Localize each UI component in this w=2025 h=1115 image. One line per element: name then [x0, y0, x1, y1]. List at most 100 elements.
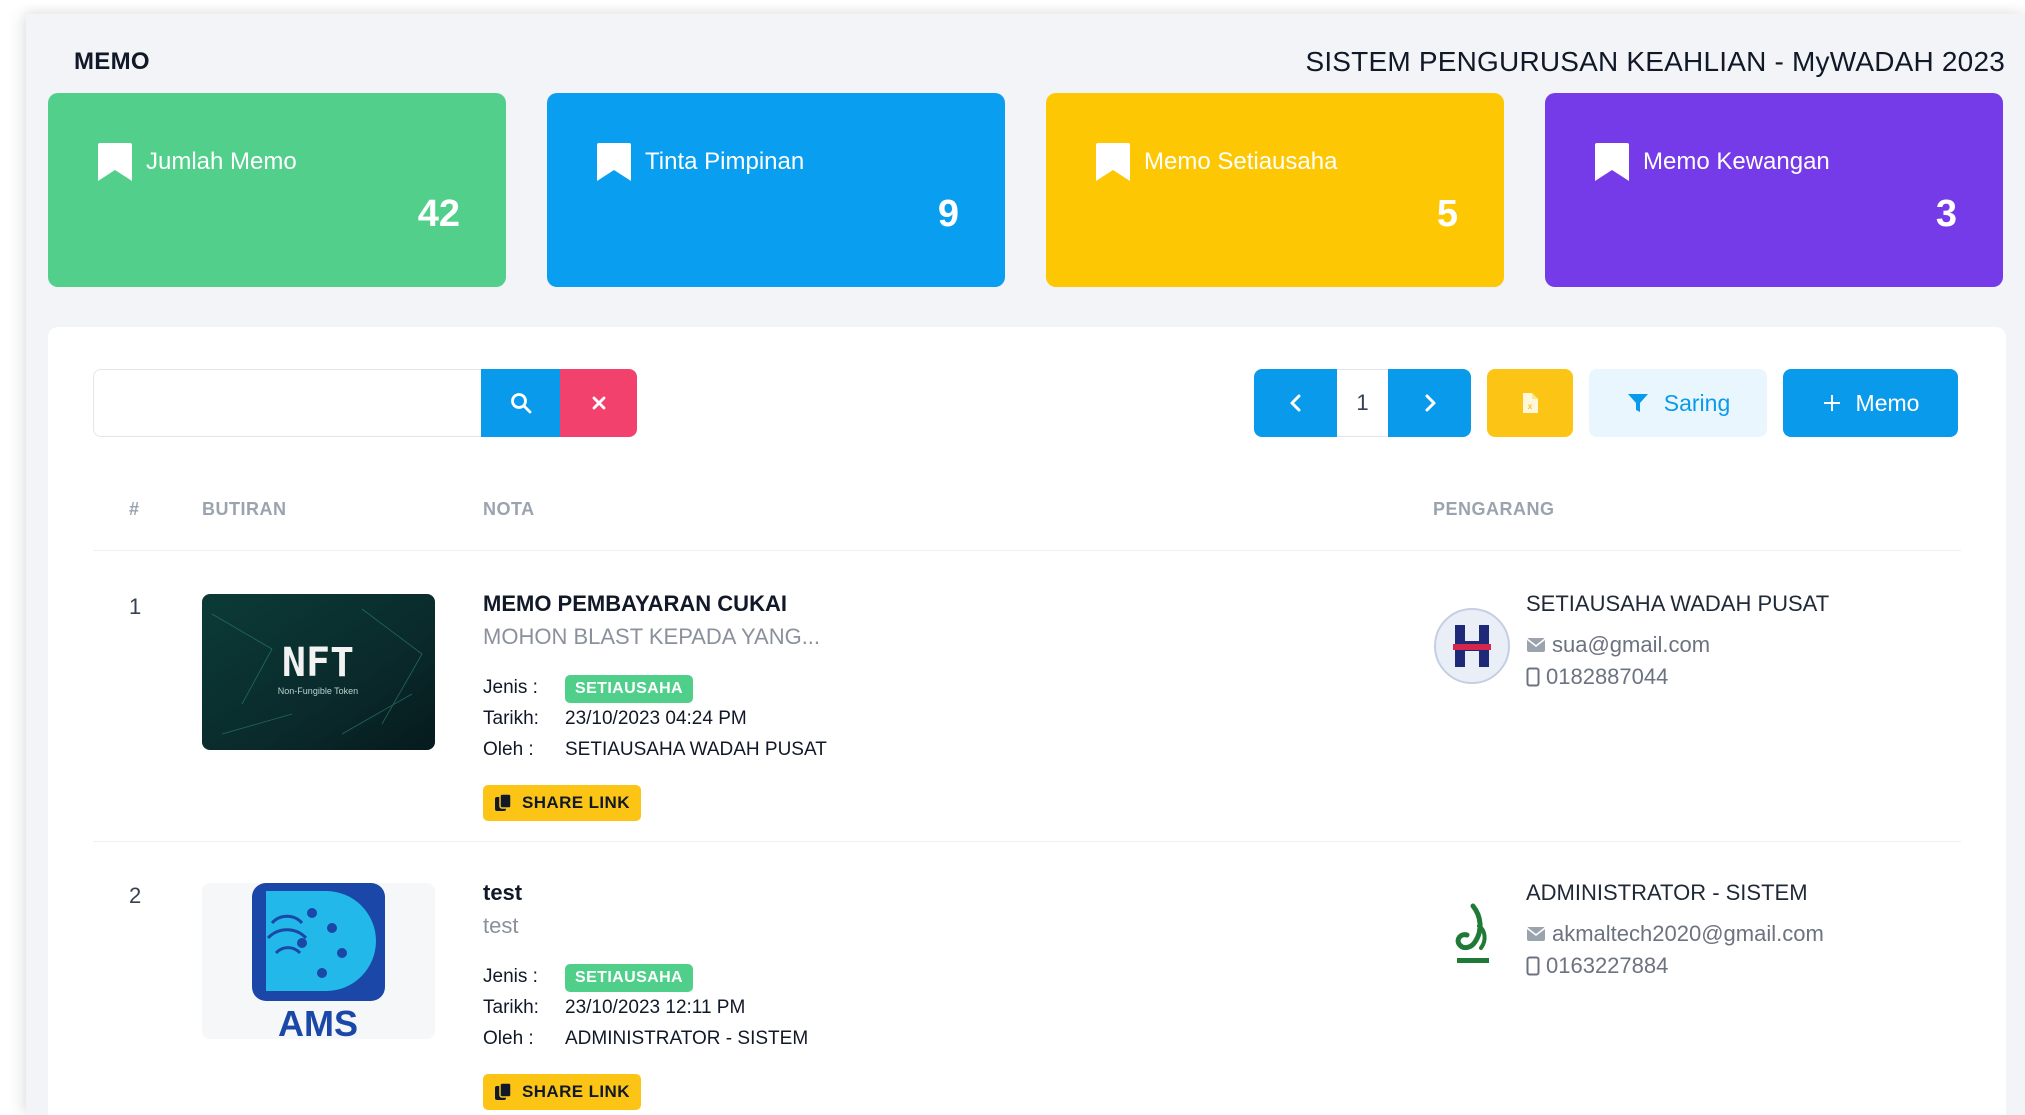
share-link-button[interactable]: SHARE LINK	[483, 1074, 641, 1110]
author-email-line: sua@gmail.com	[1526, 629, 1829, 661]
col-index: #	[129, 499, 140, 519]
share-link-label: SHARE LINK	[522, 1082, 630, 1101]
thumbnail-text: AMS	[278, 1003, 358, 1039]
avatar	[1433, 607, 1511, 685]
stat-title: Jumlah Memo	[146, 148, 297, 175]
author-info: ADMINISTRATOR - SISTEM akmaltech2020@gma…	[1526, 880, 1824, 982]
col-butiran: BUTIRAN	[202, 499, 287, 519]
col-nota: NOTA	[483, 499, 535, 519]
author-phone: 0182887044	[1546, 664, 1669, 689]
memo-note: test test Jenis : SETIAUSAHA Tarikh: 23/10…	[483, 880, 1383, 1110]
author-email-line: akmaltech2020@gmail.com	[1526, 918, 1824, 950]
ams-image: AMS	[252, 883, 385, 1039]
prev-page-button[interactable]	[1254, 369, 1337, 437]
author-info: SETIAUSAHA WADAH PUSAT sua@gmail.com 018…	[1526, 591, 1829, 693]
bookmark-icon	[1096, 143, 1130, 181]
file-icon: x	[1523, 393, 1538, 413]
col-pengarang: PENGARANG	[1433, 499, 1555, 519]
memo-thumbnail[interactable]: AMS	[202, 883, 435, 1039]
filter-icon	[1627, 394, 1648, 412]
share-link-button[interactable]: SHARE LINK	[483, 785, 641, 821]
type-badge: SETIAUSAHA	[565, 964, 694, 992]
memo-note: MEMO PEMBAYARAN CUKAI MOHON BLAST KEPADA…	[483, 591, 1383, 821]
type-label: Jenis :	[483, 966, 538, 987]
add-memo-button[interactable]: Memo	[1783, 369, 1958, 437]
add-memo-label: Memo	[1855, 389, 1920, 416]
stat-title: Memo Kewangan	[1643, 148, 1830, 175]
row-index: 1	[129, 594, 142, 619]
table-header: # BUTIRAN NOTA PENGARANG	[93, 499, 1961, 551]
memo-meta: Jenis : SETIAUSAHA Tarikh: 23/10/2023 04:2…	[483, 672, 1383, 765]
toolbar: 1 x Saring Memo	[1254, 369, 1958, 437]
bookmark-icon	[98, 143, 132, 181]
stat-card-memo-setiausaha[interactable]: Memo Setiausaha 5	[1046, 93, 1504, 287]
wadah-logo	[1455, 903, 1489, 963]
envelope-icon	[1526, 638, 1546, 652]
plus-icon	[1823, 395, 1840, 411]
pagination: 1	[1254, 369, 1471, 437]
share-link-label: SHARE LINK	[522, 793, 630, 812]
page-title: MEMO	[74, 48, 150, 75]
stat-title: Memo Setiausaha	[1144, 148, 1338, 175]
hero-logo	[1434, 608, 1510, 684]
author-email[interactable]: sua@gmail.com	[1552, 632, 1710, 658]
memo-summary: test	[483, 913, 519, 938]
export-button[interactable]: x	[1487, 369, 1573, 437]
memo-title[interactable]: MEMO PEMBAYARAN CUKAI	[483, 591, 1383, 624]
stat-title: Tinta Pimpinan	[645, 148, 805, 175]
thumbnail-text: NFT	[282, 640, 354, 686]
bookmark-icon	[1595, 143, 1629, 181]
top-bar: MEMO SISTEM PENGURUSAN KEAHLIAN - MyWADA…	[74, 42, 2005, 82]
filter-button[interactable]: Saring	[1589, 369, 1767, 437]
by-label: Oleh :	[483, 739, 534, 760]
copy-icon	[495, 793, 512, 811]
author-name: SETIAUSAHA WADAH PUSAT	[1526, 591, 1830, 616]
chevron-right-icon	[1425, 394, 1435, 412]
copy-icon	[495, 1082, 512, 1100]
memo-panel: 1 x Saring Memo # BUTIRAN NOTA PENGARANG…	[48, 327, 2006, 1115]
by-label: Oleh :	[483, 1028, 534, 1049]
search-icon	[510, 393, 531, 414]
chevron-left-icon	[1290, 394, 1300, 412]
type-badge: SETIAUSAHA	[565, 675, 694, 703]
stat-card-memo-kewangan[interactable]: Memo Kewangan 3	[1545, 93, 2003, 287]
memo-date: 23/10/2023 04:24 PM	[565, 708, 747, 729]
mobile-icon	[1526, 667, 1540, 687]
stats-row: Jumlah Memo 42 Tinta Pimpinan 9 Memo Set…	[48, 93, 2006, 287]
stat-value: 3	[1935, 193, 1957, 235]
date-label: Tarikh:	[483, 997, 539, 1018]
next-page-button[interactable]	[1388, 369, 1471, 437]
filter-label: Saring	[1663, 389, 1731, 416]
row-index: 2	[129, 883, 142, 908]
memo-summary: MOHON BLAST KEPADA YANG...	[483, 624, 821, 649]
stat-card-jumlah-memo[interactable]: Jumlah Memo 42	[48, 93, 506, 287]
type-label: Jenis :	[483, 677, 538, 698]
current-page[interactable]: 1	[1337, 369, 1388, 437]
svg-text:x: x	[1528, 402, 1533, 411]
avatar	[1433, 896, 1511, 974]
stat-card-tinta-pimpinan[interactable]: Tinta Pimpinan 9	[547, 93, 1005, 287]
memo-by: ADMINISTRATOR - SISTEM	[565, 1028, 809, 1049]
table-row[interactable]: 1 NFT Non-Fungible Token MEMO PEMBAYARAN…	[93, 553, 1961, 842]
nft-image: NFT Non-Fungible Token	[202, 594, 435, 750]
date-label: Tarikh:	[483, 708, 539, 729]
bookmark-icon	[597, 143, 631, 181]
author-email[interactable]: akmaltech2020@gmail.com	[1552, 921, 1824, 947]
author-phone: 0163227884	[1546, 953, 1669, 978]
author-phone-line: 0163227884	[1526, 950, 1824, 982]
system-title: SISTEM PENGURUSAN KEAHLIAN - MyWADAH 202…	[1305, 46, 2005, 77]
search-button[interactable]	[481, 369, 560, 437]
clear-search-button[interactable]	[560, 369, 637, 437]
envelope-icon	[1526, 927, 1546, 941]
table-row[interactable]: 2 AMS test test Jenis : SETIAUSAHA Tarikh…	[93, 842, 1961, 1115]
memo-meta: Jenis : SETIAUSAHA Tarikh: 23/10/2023 12:1…	[483, 961, 1383, 1054]
stat-value: 42	[417, 193, 460, 235]
memo-by: SETIAUSAHA WADAH PUSAT	[565, 739, 827, 760]
mobile-icon	[1526, 956, 1540, 976]
memo-date: 23/10/2023 12:11 PM	[565, 997, 746, 1018]
memo-thumbnail[interactable]: NFT Non-Fungible Token	[202, 594, 435, 750]
memo-title[interactable]: test	[483, 880, 1383, 913]
author-name: ADMINISTRATOR - SISTEM	[1526, 880, 1808, 905]
stat-value: 5	[1436, 193, 1458, 235]
search-input[interactable]	[93, 369, 481, 437]
